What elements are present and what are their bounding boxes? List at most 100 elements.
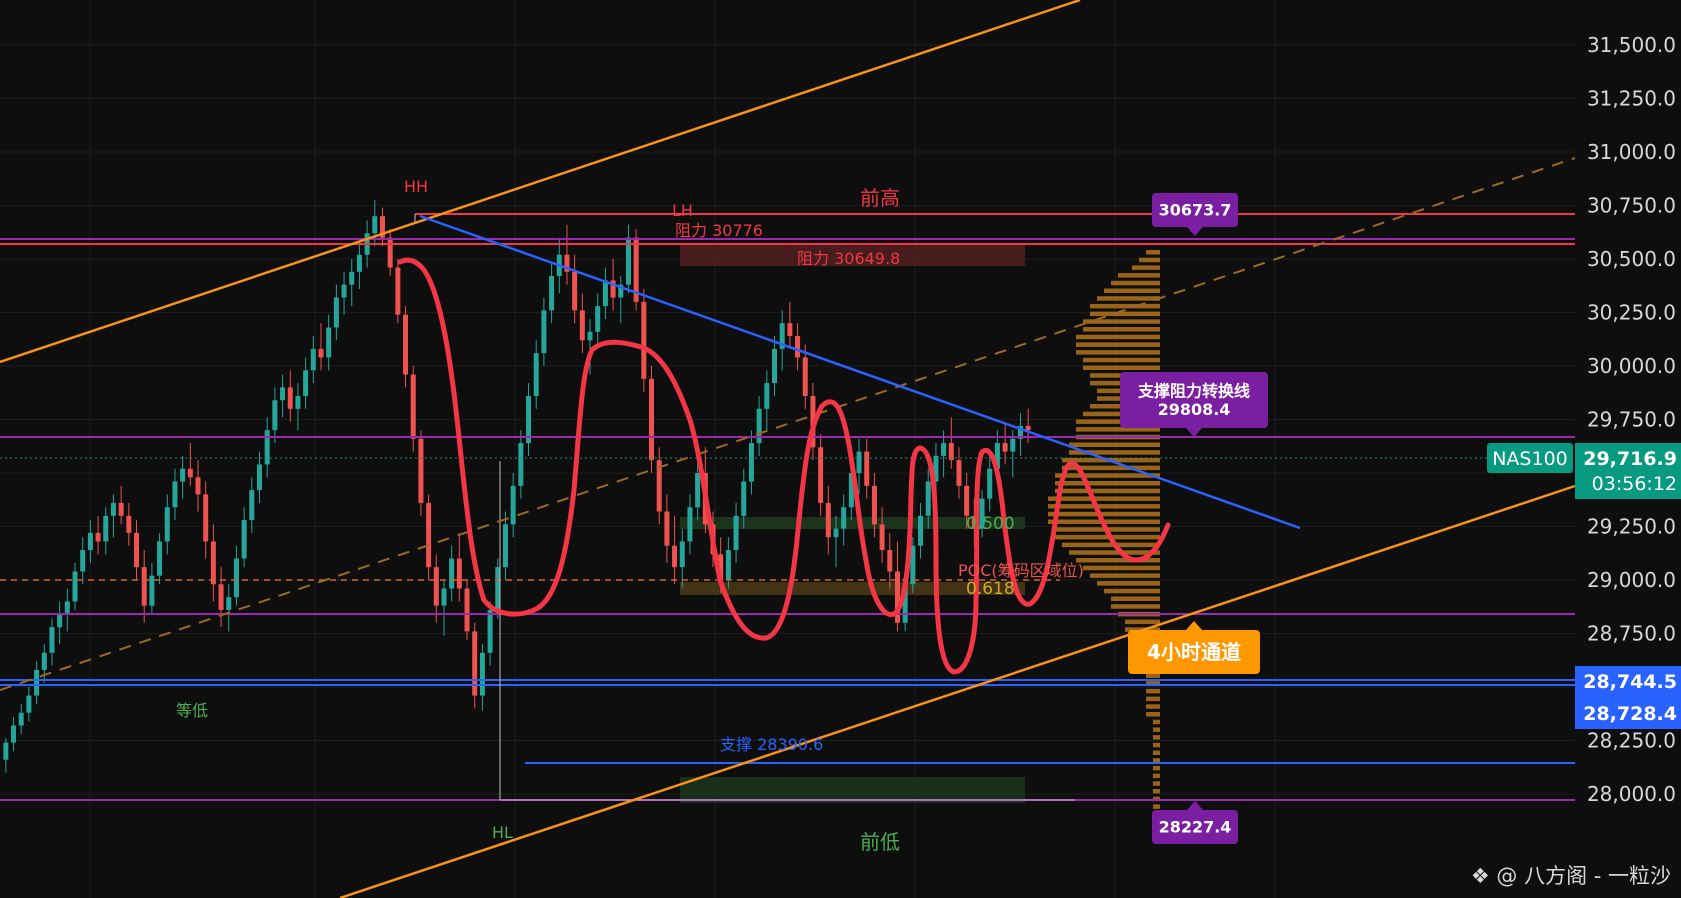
- prior-low-label: 前低: [860, 830, 900, 854]
- candle-body: [164, 507, 170, 542]
- candle-body: [257, 464, 262, 491]
- price-tick-label: 30,750.0: [1587, 194, 1676, 218]
- candle-body: [110, 502, 116, 516]
- volume-bar: [1146, 696, 1160, 702]
- channel-mid-line: [0, 157, 1576, 691]
- candle: [341, 271, 347, 315]
- volume-bar: [1076, 342, 1160, 347]
- candle: [664, 494, 670, 563]
- candle: [318, 323, 324, 371]
- candle: [172, 468, 178, 521]
- price-tick-label: 29,750.0: [1587, 408, 1676, 432]
- lh-label: LH: [672, 201, 693, 220]
- candle-body: [210, 541, 216, 585]
- volume-bar: [1139, 257, 1160, 263]
- volume-bar: [1153, 781, 1160, 786]
- candle: [449, 545, 455, 602]
- candle-body: [741, 481, 747, 516]
- candle: [187, 443, 193, 486]
- candle-body: [64, 601, 70, 615]
- volume-bar: [1153, 727, 1160, 732]
- candle: [533, 340, 539, 409]
- candle-body: [864, 451, 870, 486]
- candle: [818, 434, 824, 516]
- candle: [80, 537, 86, 585]
- symbol-badge: NAS100: [1487, 443, 1573, 473]
- candle-body: [649, 378, 655, 461]
- candle-body: [502, 524, 508, 568]
- candle: [595, 293, 601, 345]
- candle: [280, 374, 286, 418]
- candle: [164, 494, 170, 555]
- candle: [756, 395, 762, 456]
- volume-bar: [1055, 488, 1160, 494]
- top-purple-tag: 30673.7: [1152, 193, 1238, 236]
- volume-bar: [1146, 712, 1160, 717]
- candle-body: [426, 502, 432, 568]
- candle: [141, 550, 147, 623]
- volume-bar: [1153, 804, 1160, 809]
- candle-body: [871, 485, 877, 525]
- candle-body: [118, 502, 124, 516]
- candle-body: [641, 301, 647, 379]
- candle-body: [318, 348, 324, 358]
- candle: [918, 502, 924, 559]
- price-chart[interactable]: 前高阻力 30776 阻力 30649.8 HH LH HL 等低前低 支撑 28390.6…: [0, 0, 1681, 898]
- candle-body: [49, 627, 55, 653]
- candle: [333, 284, 339, 341]
- candle: [226, 584, 232, 632]
- candle-body: [410, 374, 416, 439]
- candle-body: [433, 567, 439, 606]
- candle-body: [541, 310, 547, 354]
- candle-body: [195, 477, 201, 495]
- candle: [34, 661, 40, 705]
- candle-body: [34, 669, 40, 696]
- candle: [764, 370, 770, 431]
- candle-body: [249, 490, 255, 521]
- candle-body: [187, 468, 193, 478]
- volume-bar: [1153, 719, 1160, 725]
- candle: [441, 580, 447, 636]
- flip-line-tag: 支撑阻力转换线29808.4: [1120, 372, 1268, 437]
- candle-body: [295, 395, 301, 409]
- candle-body: [695, 473, 701, 508]
- candle: [149, 562, 155, 615]
- candle-body: [403, 314, 409, 375]
- candle: [426, 494, 432, 580]
- price-tick-label: 31,500.0: [1587, 33, 1676, 57]
- price-tick-label: 28,750.0: [1587, 622, 1676, 646]
- candle: [326, 314, 332, 371]
- candle-body: [518, 443, 524, 486]
- candle-body: [441, 588, 447, 606]
- price-tick-label: 30,250.0: [1587, 301, 1676, 325]
- candle-body: [1025, 425, 1031, 431]
- candle: [418, 430, 424, 516]
- volume-bar: [1076, 334, 1160, 340]
- volume-bar: [1153, 742, 1160, 748]
- candle: [472, 622, 478, 709]
- candle: [879, 507, 885, 563]
- volume-bar: [1125, 619, 1160, 625]
- volume-bar: [1153, 773, 1160, 779]
- flip-line-tag-pointer: [1186, 428, 1202, 437]
- top-purple-tag-pointer: [1187, 227, 1203, 236]
- candle: [541, 297, 547, 366]
- candle: [641, 288, 647, 392]
- volume-bar: [1048, 496, 1160, 501]
- price-tick-label: 30,500.0: [1587, 247, 1676, 271]
- candle: [134, 520, 140, 580]
- prior-high-label: 前高: [860, 186, 900, 210]
- candle-body: [687, 507, 693, 542]
- candle-body: [387, 237, 393, 268]
- bottom-purple-tag-pointer: [1187, 801, 1203, 810]
- current-price-tag: 29,716.9 03:56:12: [1575, 443, 1681, 499]
- candle-body: [941, 443, 947, 456]
- price-tick-label: 28,250.0: [1587, 729, 1676, 753]
- candle: [157, 532, 163, 585]
- poc-label: POC(筹码区域位): [958, 561, 1084, 580]
- candle-body: [134, 532, 140, 568]
- trend-lines: [0, 0, 1576, 898]
- candle-body: [157, 541, 163, 576]
- candle-body: [772, 348, 777, 384]
- price-tick-label: 28,000.0: [1587, 782, 1676, 806]
